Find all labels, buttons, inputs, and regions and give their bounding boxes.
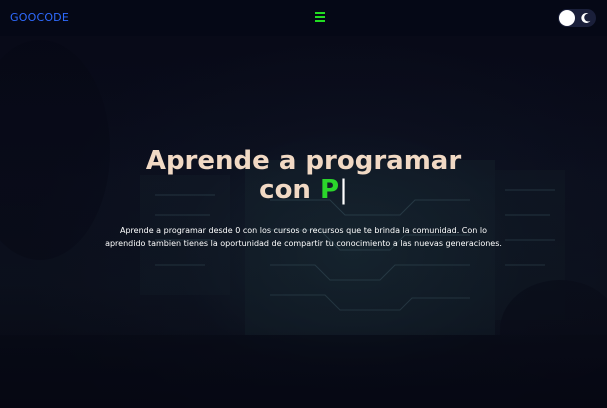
hamburger-icon[interactable] bbox=[315, 12, 325, 23]
circle-knob-icon bbox=[559, 10, 575, 26]
hero-section: Aprende a programar con P| Aprende a pro… bbox=[0, 0, 607, 408]
typing-cursor: | bbox=[339, 175, 348, 205]
hero-title-prefix: con bbox=[259, 175, 311, 205]
theme-toggle[interactable] bbox=[558, 9, 596, 27]
hero-title: Aprende a programar con P| bbox=[0, 147, 607, 205]
hero-typed-text: P bbox=[320, 175, 340, 205]
page: GOOCODE Aprende a programar con P| Apren… bbox=[0, 0, 607, 408]
hero-description: Aprende a programar desde 0 con los curs… bbox=[105, 226, 502, 248]
navbar: GOOCODE bbox=[0, 0, 607, 36]
brand-logo-link[interactable]: GOOCODE bbox=[10, 11, 69, 24]
hero-title-line1: Aprende a programar bbox=[145, 146, 462, 176]
moon-icon bbox=[581, 13, 591, 24]
